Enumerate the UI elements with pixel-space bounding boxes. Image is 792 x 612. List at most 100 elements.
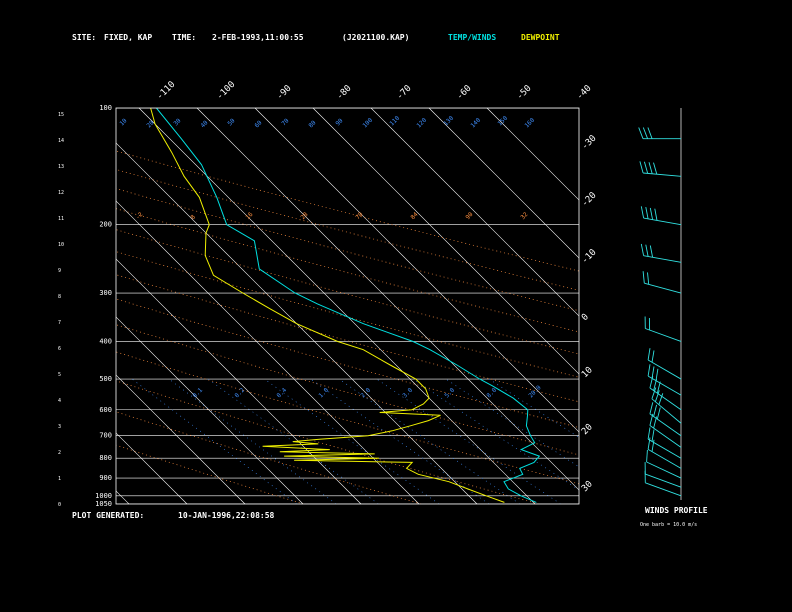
- mixing-ratio-label: 20.0: [527, 384, 542, 399]
- isotherm-line: [312, 108, 579, 375]
- wind-barb-flag: [645, 207, 649, 219]
- mixing-ratio-label: 40: [199, 119, 209, 129]
- mixing-ratio-line: [131, 378, 297, 504]
- dry-adiabat-line: [116, 351, 579, 485]
- mixing-ratio-label: 140: [469, 117, 482, 130]
- mixing-ratio-label: 10: [118, 117, 128, 127]
- mixing-ratio-label: 120: [415, 117, 428, 130]
- dry-adiabat-line: [116, 298, 579, 428]
- wind-barb-flag: [639, 161, 644, 174]
- wind-barb: [640, 206, 682, 226]
- height-tick-label: 5: [58, 372, 61, 378]
- dry-adiabat-label: 90: [464, 211, 474, 221]
- height-tick-label: 2: [58, 450, 61, 456]
- wind-barb-flag: [647, 364, 651, 377]
- mixing-ratio-line: [264, 378, 440, 504]
- right-temp-label: -20: [580, 191, 599, 210]
- mixing-ratio-label: 5.0: [443, 387, 456, 400]
- dry-adiabat-line: [116, 444, 304, 504]
- mixing-ratio-label: 0.1: [191, 387, 204, 400]
- mixing-ratio-label: 60: [253, 119, 263, 129]
- right-temp-label: 30: [580, 479, 595, 494]
- top-temp-label: -90: [275, 84, 294, 103]
- axis-labels: 1002003004005006007008009001000105015141…: [58, 80, 599, 508]
- wind-barb: [646, 449, 682, 479]
- wind-barb: [642, 271, 682, 294]
- isotherm-line: [196, 108, 579, 491]
- mixing-ratio-label: 1.0: [317, 387, 330, 400]
- wind-barb-flag: [654, 208, 658, 221]
- pressure-tick-label: 500: [99, 375, 112, 383]
- file-id: (J2021100.KAP): [342, 33, 410, 42]
- grid-lines: [116, 108, 579, 504]
- mixing-ratio-label: 70: [280, 117, 290, 127]
- height-tick-label: 9: [58, 268, 61, 274]
- isotherm-line: [116, 316, 304, 504]
- mixing-ratio-label: 90: [334, 117, 344, 127]
- top-temp-label: -110: [155, 80, 177, 102]
- wind-barb-staff: [644, 282, 682, 294]
- dry-adiabat-line: [116, 150, 579, 272]
- wind-barb: [639, 161, 682, 177]
- right-temp-label: -30: [580, 134, 599, 153]
- pressure-tick-label: 700: [99, 432, 112, 440]
- mixing-ratio-label: 100: [361, 117, 374, 130]
- mixing-ratio-label: 130: [442, 115, 455, 128]
- dry-adiabat-line: [116, 274, 579, 403]
- top-temp-label: -60: [455, 84, 474, 103]
- dry-adiabat-label: 32: [519, 211, 529, 221]
- wind-barb-flag: [647, 427, 651, 440]
- mixing-ratio-label: 30: [172, 117, 182, 127]
- isotherm-line: [254, 108, 579, 433]
- mixing-ratio-label: 110: [388, 115, 401, 128]
- wind-barb: [649, 376, 682, 411]
- pressure-tick-label: 1000: [95, 492, 112, 500]
- dry-adiabat-line: [116, 251, 579, 378]
- mixing-ratio-label: 160: [523, 117, 536, 130]
- height-tick-label: 0: [58, 502, 61, 508]
- pressure-tick-label: 300: [99, 289, 112, 297]
- right-temp-label: 10: [580, 365, 595, 380]
- mixing-ratio-label: 0.2: [233, 387, 246, 400]
- wind-barb-staff: [649, 425, 682, 448]
- wind-barb-staff: [643, 172, 682, 177]
- wind-barb-flag: [649, 245, 654, 258]
- height-tick-label: 12: [58, 190, 64, 196]
- wind-barb-staff: [647, 375, 682, 396]
- isotherm-line: [486, 108, 579, 201]
- mixing-ratio-label: 150: [496, 115, 509, 128]
- wind-barb-flag: [653, 404, 658, 417]
- wind-barb-flag: [651, 429, 655, 442]
- wind-barb-flag: [640, 206, 645, 219]
- barb-scale-note: One barb = 10.0 m/s: [640, 522, 698, 528]
- isotherm-line: [116, 374, 246, 504]
- top-temp-label: -50: [515, 84, 534, 103]
- dry-adiabat-label: 84: [409, 211, 419, 221]
- wind-barb-flag: [648, 162, 653, 174]
- wind-barb-flag: [647, 127, 653, 139]
- mixing-ratio-line: [445, 378, 579, 468]
- wind-barb-flag: [642, 127, 649, 139]
- pressure-tick-label: 1050: [95, 500, 112, 508]
- wind-barb: [644, 470, 682, 497]
- dry-adiabat-line: [116, 380, 539, 504]
- plot-generated-value: 10-JAN-1996,22:08:58: [178, 511, 275, 520]
- height-tick-label: 1: [58, 476, 61, 482]
- wind-barb-staff: [647, 438, 682, 459]
- time-value: 2-FEB-1993,11:00:55: [212, 33, 304, 42]
- mixing-ratio-label: 0.4: [275, 387, 288, 400]
- height-tick-label: 4: [58, 398, 61, 404]
- series-lines: [150, 108, 541, 503]
- mixing-ratio-line: [310, 378, 490, 504]
- mixing-ratio-label: 50: [226, 117, 236, 127]
- pressure-tick-label: 200: [99, 221, 112, 229]
- pressure-tick-label: 600: [99, 406, 112, 414]
- wind-barb-staff: [646, 461, 682, 479]
- legend-temp-winds: TEMP/WINDS: [448, 33, 497, 42]
- wind-barb: [644, 316, 682, 342]
- wind-barb-flag: [647, 272, 650, 285]
- dry-adiabat-line: [116, 229, 579, 355]
- isotherm-line: [116, 432, 188, 504]
- right-temp-label: 0: [580, 312, 591, 323]
- wind-barb-staff: [643, 255, 682, 263]
